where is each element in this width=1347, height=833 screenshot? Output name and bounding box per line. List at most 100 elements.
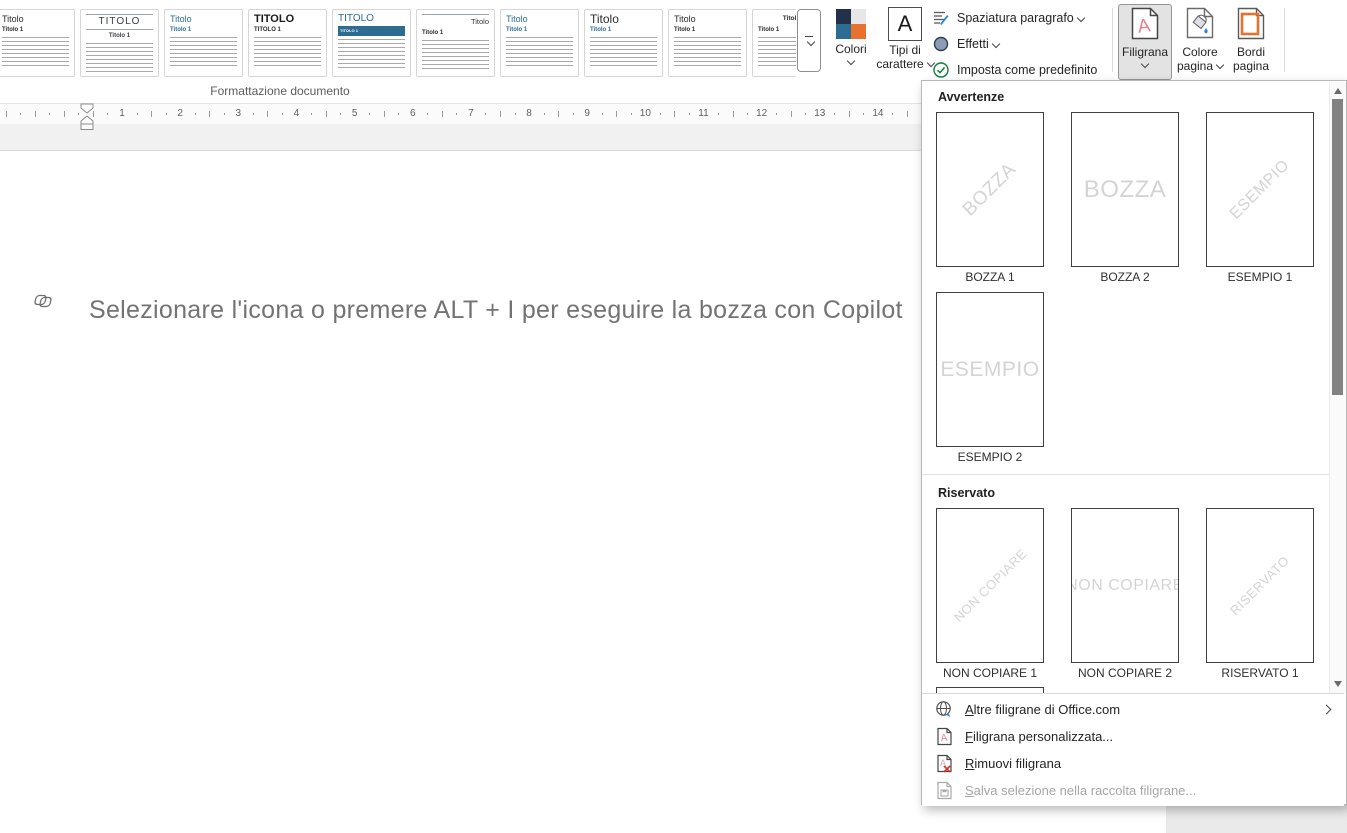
paragraph-spacing-button[interactable]: Spaziatura paragrafo <box>932 5 1110 31</box>
gallery-more-icon <box>805 36 813 37</box>
style-gallery[interactable]: TitoloTitolo 1TITOLOTitolo 1TitoloTitolo… <box>0 9 796 77</box>
style-card-subtitle: Titolo 1 <box>506 26 573 34</box>
scrollbar-thumb[interactable] <box>1332 99 1343 395</box>
color-swatch <box>851 24 866 39</box>
ruler-tick <box>326 111 327 117</box>
menu-command-globe[interactable]: Altre filigrane di Office.com <box>922 696 1344 723</box>
scrollbar[interactable] <box>1329 82 1346 693</box>
style-set-card[interactable]: TitoloTitolo 1 <box>584 9 663 77</box>
style-set-card[interactable]: TITOLOTITOLO 1 <box>332 9 411 77</box>
page-borders-button[interactable]: Bordi pagina <box>1226 4 1276 80</box>
ruler-tick <box>558 111 559 117</box>
ruler-number: 12 <box>756 108 767 119</box>
page-color-label: Colore pagina <box>1177 45 1223 73</box>
style-set-card[interactable]: TitoloTitolo 1 <box>0 9 75 77</box>
style-card-subtitle: Titolo 1 <box>674 26 741 34</box>
page-color-icon <box>1186 7 1214 43</box>
watermark-option[interactable]: RISERVATORISERVATO 1 <box>1206 508 1314 684</box>
watermark-option[interactable]: BOZZA BOZZA 2 <box>1071 112 1179 288</box>
watermark-thumbnail: BOZZA <box>1071 112 1179 267</box>
style-card-body-lines <box>422 40 489 72</box>
watermark-thumbnail: RISERVATO <box>1206 508 1314 663</box>
fonts-button-label: Tipi di carattere <box>876 43 933 71</box>
ruler-number: 5 <box>352 108 358 119</box>
ruler-tick <box>384 111 385 117</box>
watermark-thumbnail: BOZZA <box>936 112 1044 267</box>
copilot-placeholder-text: Selezionare l'icona o premere ALT + I pe… <box>89 296 903 325</box>
style-card-title: TITOLO <box>254 14 321 24</box>
style-card-body-lines <box>254 37 321 69</box>
watermark-preview-text: RISERVATO <box>1227 553 1292 618</box>
copilot-icon[interactable] <box>33 291 53 316</box>
globe-icon <box>935 700 954 719</box>
color-swatch <box>836 24 851 39</box>
style-card-title: Titolo <box>674 14 741 24</box>
style-card-subtitle: Titolo 1 <box>590 26 657 34</box>
fonts-button[interactable]: A Tipi di carattere <box>876 4 934 80</box>
ruler-tick <box>733 111 734 117</box>
indent-markers[interactable] <box>79 103 97 135</box>
ruler-number: 4 <box>294 108 300 119</box>
menu-command-label: Altre filigrane di Office.com <box>965 702 1120 717</box>
style-card-subtitle: TITOLO 1 <box>338 26 405 36</box>
ruler-number: 6 <box>410 108 416 119</box>
style-set-card[interactable]: Titolo Titolo 1 <box>500 9 579 77</box>
watermark-preview-text: BOZZA <box>1084 176 1167 204</box>
color-swatch <box>851 9 866 24</box>
watermark-option[interactable]: NON COPIARENON COPIARE 2 <box>1071 508 1179 684</box>
ruler-tick-dot <box>718 113 719 115</box>
ruler-tick-dot <box>892 113 893 115</box>
style-card-body-lines <box>2 37 69 69</box>
ruler-tick-dot <box>515 113 516 115</box>
style-set-card[interactable]: Titolo Titolo 1 <box>668 9 747 77</box>
chevron-right-icon <box>1322 705 1332 715</box>
chevron-down-icon <box>991 40 999 48</box>
style-set-card[interactable]: TitoloTitolo 1 <box>416 9 495 77</box>
style-set-card[interactable]: TitoloTitolo 1 <box>752 9 796 77</box>
ruler-tick <box>151 111 152 117</box>
style-card-body-lines <box>338 39 405 71</box>
watermark-option[interactable]: ESEMPIOESEMPIO 2 <box>936 292 1044 468</box>
ruler-number: 13 <box>814 108 825 119</box>
colors-button[interactable]: Colori <box>827 4 875 80</box>
page-color-button[interactable]: Colore pagina <box>1173 4 1227 80</box>
style-set-card[interactable]: TITOLOTITOLO 1 <box>248 9 327 77</box>
ruler-tick <box>849 111 850 117</box>
group-separator <box>1112 8 1113 72</box>
ruler-tick-dot <box>340 113 341 115</box>
watermark-option-label: ESEMPIO 1 <box>1206 270 1314 284</box>
ruler-tick <box>267 111 268 117</box>
watermark-option-label: BOZZA 2 <box>1071 270 1179 284</box>
ruler-tick-dot <box>369 113 370 115</box>
ruler-tick <box>209 111 210 117</box>
menu-command-watermark[interactable]: AFiligrana personalizzata... <box>922 723 1344 750</box>
watermark-button-label: Filigrana <box>1122 45 1168 59</box>
style-card-title: Titolo <box>506 14 573 24</box>
page-borders-icon <box>1237 7 1265 43</box>
style-set-card[interactable]: TITOLOTitolo 1 <box>80 9 159 77</box>
style-card-body-lines <box>674 37 741 69</box>
fonts-icon: A <box>888 7 922 41</box>
watermark-option[interactable]: ESEMPIOESEMPIO 1 <box>1206 112 1314 288</box>
watermark-icon: A <box>935 727 954 746</box>
gallery-more-button[interactable] <box>797 9 821 72</box>
ruler-tick-dot <box>195 113 196 115</box>
ruler-tick-dot <box>166 113 167 115</box>
style-card-body-lines <box>590 37 657 69</box>
effects-button[interactable]: Effetti <box>932 31 1110 57</box>
ruler-tick-dot <box>602 113 603 115</box>
watermark-option[interactable]: NON COPIARENON COPIARE 1 <box>936 508 1044 684</box>
watermark-button[interactable]: A Filigrana <box>1118 4 1172 80</box>
ruler-tick <box>616 111 617 117</box>
scroll-down-icon[interactable] <box>1334 681 1342 687</box>
style-card-subtitle: Titolo 1 <box>170 26 237 34</box>
watermark-preview-text: ESEMPIO <box>940 358 1039 382</box>
scroll-up-icon[interactable] <box>1334 88 1342 94</box>
ruler-number: 10 <box>640 108 651 119</box>
watermark-icon: A <box>1131 7 1159 43</box>
menu-command-remove-watermark[interactable]: ARimuovi filigrana <box>922 750 1344 777</box>
menu-command-label: Salva selezione nella raccolta filigrane… <box>965 783 1196 798</box>
watermark-option[interactable]: BOZZABOZZA 1 <box>936 112 1044 288</box>
ruler-tick <box>791 111 792 117</box>
style-set-card[interactable]: TitoloTitolo 1 <box>164 9 243 77</box>
